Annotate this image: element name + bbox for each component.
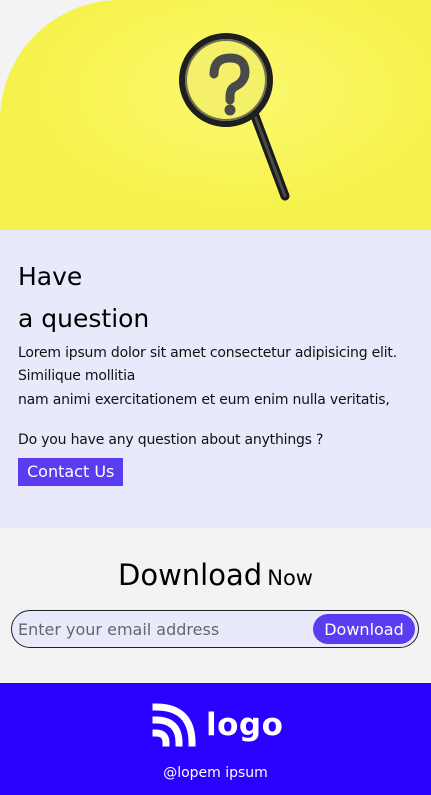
- question-title-line-2: a question: [18, 304, 150, 333]
- footer: logo @lopem ipsum: [0, 683, 431, 795]
- download-form: Download: [11, 610, 419, 648]
- question-body-line-2: nam animi exercitationem et eum enim nul…: [18, 392, 390, 408]
- download-title-suffix: Now: [267, 566, 313, 590]
- rss-feed-icon: [152, 703, 196, 747]
- download-title-main: Download: [118, 558, 263, 592]
- email-input[interactable]: [18, 617, 308, 641]
- magnifying-glass-question-icon: [179, 33, 290, 201]
- question-section: Have a question Lorem ipsum dolor sit am…: [0, 230, 431, 528]
- question-prompt: Do you have any question about anythings…: [18, 431, 324, 448]
- download-section: Download Now Download: [0, 528, 431, 683]
- logo[interactable]: logo: [152, 703, 283, 747]
- download-title: Download Now: [0, 558, 431, 592]
- download-button[interactable]: Download: [313, 614, 415, 644]
- question-title-line-1: Have: [18, 262, 83, 291]
- logo-text: logo: [206, 707, 284, 743]
- footer-subtext: @lopem ipsum: [163, 765, 268, 781]
- question-body-line-1: Lorem ipsum dolor sit amet consectetur a…: [18, 345, 397, 384]
- hero-section: [0, 0, 431, 230]
- contact-us-button[interactable]: Contact Us: [18, 457, 124, 486]
